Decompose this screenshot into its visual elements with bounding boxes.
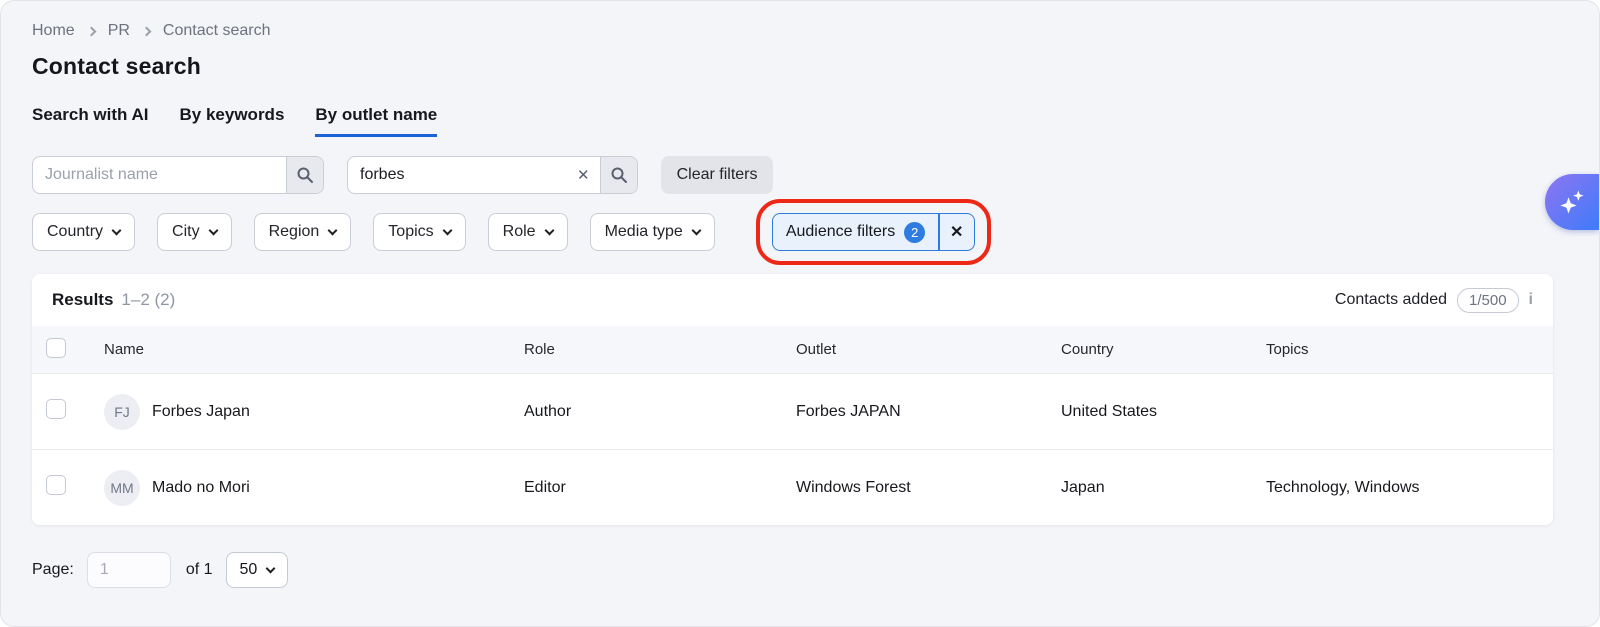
breadcrumb-contact-search: Contact search bbox=[162, 22, 271, 39]
filter-media-type-label: Media type bbox=[604, 223, 683, 240]
results-summary: Results 1–2 (2) bbox=[52, 290, 175, 310]
filter-row: Country City Region Topics Role Media ty… bbox=[32, 199, 1599, 265]
filter-role[interactable]: Role bbox=[487, 213, 568, 251]
clear-filters-button[interactable]: Clear filters bbox=[660, 156, 774, 194]
contact-name[interactable]: Forbes Japan bbox=[152, 403, 250, 421]
table-header-row: Name Role Outlet Country Topics bbox=[32, 326, 1553, 373]
column-header-name: Name bbox=[104, 341, 145, 358]
outlet-search-group: ✕ bbox=[347, 156, 638, 194]
journalist-search-button[interactable] bbox=[286, 157, 323, 193]
contact-topics: Technology, Windows bbox=[1266, 478, 1420, 496]
clear-input-icon[interactable]: ✕ bbox=[567, 157, 600, 193]
search-icon bbox=[611, 167, 627, 183]
row-checkbox[interactable] bbox=[46, 475, 66, 495]
chevron-down-icon bbox=[442, 225, 453, 235]
filter-region[interactable]: Region bbox=[253, 213, 352, 251]
page-title: Contact search bbox=[32, 53, 201, 79]
results-header: Results 1–2 (2) Contacts added 1/500 i bbox=[32, 274, 1553, 326]
pagination-bar: Page: of 1 50 bbox=[32, 552, 1599, 588]
select-all-checkbox[interactable] bbox=[46, 337, 66, 358]
filter-country-label: Country bbox=[47, 223, 104, 240]
audience-filters-close-icon[interactable]: ✕ bbox=[940, 214, 974, 250]
chevron-down-icon bbox=[265, 563, 276, 573]
sparkles-icon bbox=[1560, 190, 1584, 214]
audience-filters-main[interactable]: Audience filters 2 bbox=[773, 214, 938, 250]
contact-role: Editor bbox=[524, 478, 566, 496]
search-icon bbox=[297, 167, 313, 183]
column-header-role: Role bbox=[524, 341, 555, 358]
chevron-down-icon bbox=[691, 225, 702, 235]
page-total-label: of 1 bbox=[185, 561, 213, 578]
contact-country: Japan bbox=[1061, 478, 1105, 496]
avatar: FJ bbox=[104, 393, 140, 430]
chevron-down-icon bbox=[208, 225, 219, 235]
column-header-outlet: Outlet bbox=[796, 341, 837, 358]
filter-topics[interactable]: Topics bbox=[373, 213, 466, 251]
chevron-down-icon bbox=[327, 225, 338, 235]
column-header-topics: Topics bbox=[1266, 341, 1309, 358]
info-icon[interactable]: i bbox=[1529, 291, 1533, 309]
contacts-added-count-badge: 1/500 bbox=[1457, 287, 1519, 313]
results-title: Results bbox=[52, 290, 114, 309]
table-row[interactable]: FJ Forbes Japan Author Forbes JAPAN Unit… bbox=[32, 373, 1553, 449]
contacts-added-label: Contacts added bbox=[1334, 291, 1447, 308]
results-card: Results 1–2 (2) Contacts added 1/500 i N… bbox=[32, 274, 1553, 525]
audience-filters-label: Audience filters bbox=[785, 223, 896, 240]
contact-country: United States bbox=[1061, 402, 1158, 420]
breadcrumb: Home PR Contact search bbox=[32, 22, 1599, 40]
outlet-search-button[interactable] bbox=[599, 157, 637, 193]
page-label: Page: bbox=[32, 561, 74, 578]
tab-by-outlet-name[interactable]: By outlet name bbox=[315, 105, 438, 137]
filter-topics-label: Topics bbox=[388, 223, 434, 240]
page-size-value: 50 bbox=[239, 561, 258, 578]
avatar: MM bbox=[104, 469, 140, 506]
contact-outlet: Forbes JAPAN bbox=[796, 402, 901, 420]
journalist-name-input[interactable] bbox=[33, 157, 286, 193]
filter-role-label: Role bbox=[502, 223, 536, 240]
ai-assistant-button[interactable] bbox=[1545, 174, 1599, 230]
breadcrumb-home[interactable]: Home bbox=[32, 22, 75, 40]
filter-country[interactable]: Country bbox=[32, 213, 136, 251]
column-header-country: Country bbox=[1061, 341, 1114, 358]
chevron-down-icon bbox=[544, 225, 555, 235]
contact-role: Author bbox=[524, 402, 572, 420]
audience-filters-count-badge: 2 bbox=[904, 221, 926, 243]
filter-city-label: City bbox=[172, 223, 200, 240]
row-checkbox[interactable] bbox=[46, 399, 66, 419]
tab-by-keywords[interactable]: By keywords bbox=[180, 105, 285, 137]
filter-media-type[interactable]: Media type bbox=[589, 213, 715, 251]
red-annotation-highlight: Audience filters 2 ✕ bbox=[755, 199, 991, 265]
page-number-input[interactable] bbox=[86, 552, 171, 588]
breadcrumb-pr[interactable]: PR bbox=[108, 22, 130, 40]
contacts-added-group: Contacts added 1/500 i bbox=[1334, 287, 1533, 313]
chevron-right-icon bbox=[86, 26, 97, 37]
page-size-select[interactable]: 50 bbox=[225, 552, 289, 588]
chevron-down-icon bbox=[111, 225, 122, 235]
journalist-search-group bbox=[32, 156, 324, 194]
tab-search-with-ai[interactable]: Search with AI bbox=[32, 105, 149, 137]
tab-bar: Search with AI By keywords By outlet nam… bbox=[32, 105, 1599, 137]
chevron-right-icon bbox=[141, 26, 152, 37]
table-row[interactable]: MM Mado no Mori Editor Windows Forest Ja… bbox=[32, 449, 1553, 525]
contact-outlet: Windows Forest bbox=[796, 478, 911, 496]
filter-city[interactable]: City bbox=[157, 213, 232, 251]
filter-region-label: Region bbox=[268, 223, 320, 240]
contact-search-page: Home PR Contact search Contact search Se… bbox=[0, 0, 1600, 627]
search-row: ✕ Clear filters bbox=[32, 156, 1599, 194]
audience-filters-button[interactable]: Audience filters 2 ✕ bbox=[771, 213, 975, 251]
contact-name[interactable]: Mado no Mori bbox=[152, 479, 250, 497]
outlet-name-input[interactable] bbox=[348, 157, 567, 193]
results-range: 1–2 (2) bbox=[121, 290, 176, 309]
